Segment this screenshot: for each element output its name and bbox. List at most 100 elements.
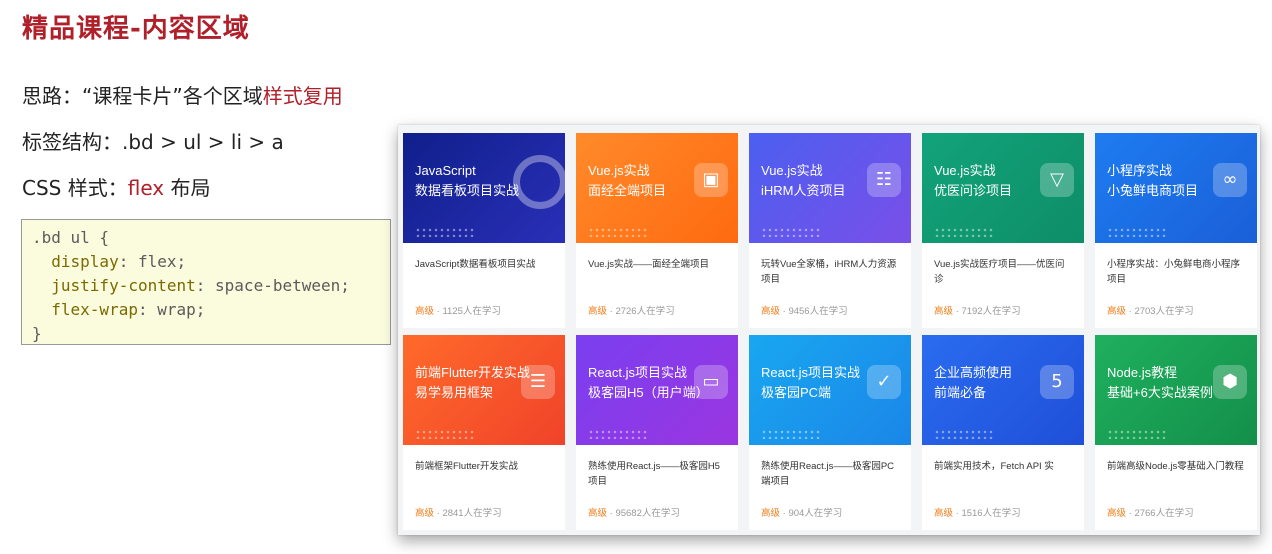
course-description: 熟练使用React.js——极客园H5项目 [588,461,720,487]
dots-decoration [761,429,821,439]
dots-decoration [934,227,994,237]
nodejs-icon: ⬢ [1213,365,1247,399]
course-cover: 小程序实战小兔鲜电商项目 ∞ [1095,133,1257,243]
course-meta: 高级 · 1125人在学习 [415,303,501,317]
course-meta: 高级 · 2726人在学习 [588,303,675,317]
course-info: JavaScript数据看板项目实战 高级 · 1125人在学习 [403,243,565,328]
course-learner-count: · 904人在学习 [780,508,843,519]
course-cover: JavaScript 数据看板项目实战 [403,133,565,243]
course-cover-title: 前端Flutter开发实战 易学易用框架 [415,363,530,403]
course-meta: 高级 · 904人在学习 [761,505,842,519]
course-info: 熟练使用React.js——极客园PC端项目高级 · 904人在学习 [749,445,911,530]
course-card[interactable]: 小程序实战小兔鲜电商项目 ∞ 小程序实战：小兔鲜电商小程序项目高级 · 2703人在… [1095,133,1257,328]
course-description: 玩转Vue全家桶，iHRM人力资源项目 [761,259,897,285]
course-cover-title: Vue.js实战 优医问诊项目 [934,161,1012,201]
course-card[interactable]: React.js项目实战 极客园H5（用户端） ▭ 熟练使用React.js——极客园… [576,335,738,530]
course-cover: React.js项目实战 极客园PC端 ✓ [749,335,911,445]
css-style-label: CSS 样式： [22,176,128,200]
course-info: Vue.js实战——面经全端项目 高级 · 2726人在学习 [576,243,738,328]
dots-decoration [588,429,648,439]
flutter-icon: ☰ [521,365,555,399]
course-description: 前端高级Node.js零基础入门教程 [1107,461,1244,472]
course-card[interactable]: 企业高频使用 前端必备 5 前端实用技术，Fetch API 实高级 · 1516人在… [922,335,1084,530]
course-card[interactable]: Vue.js实战面经全端项目 ▣ Vue.js实战——面经全端项目 高级 · 2726… [576,133,738,328]
course-card[interactable]: JavaScript 数据看板项目实战 JavaScript数据看板项目实战 高级 ·… [403,133,565,328]
course-card[interactable]: Node.js教程基础+6大实战案例 ⬢ 前端高级Node.js零基础入门教程 高级 … [1095,335,1257,530]
course-meta: 高级 · 1516人在学习 [934,505,1021,519]
course-meta: 高级 · 2766人在学习 [1107,505,1194,519]
course-card[interactable]: Vue.js实战 优医问诊项目 ▽ Vue.js实战医疗项目——优医问诊 高级 · 71… [922,133,1084,328]
course-cover-title-line2: 极客园H5（用户端） [588,385,709,400]
course-cover-title-line2: 小兔鲜电商项目 [1107,183,1199,198]
course-cover-title-line1: 企业高频使用 [934,365,1013,380]
course-cover: Vue.js实战 优医问诊项目 ▽ [922,133,1084,243]
course-cover-title: 小程序实战小兔鲜电商项目 [1107,161,1198,201]
course-cover-title-line1: Node.js教程 [1107,365,1178,380]
course-learner-count: · 2841人在学习 [434,508,502,519]
dots-decoration [415,429,475,439]
course-learner-count: · 2726人在学习 [607,306,675,317]
course-info: 前端框架Flutter开发实战 高级 · 2841人在学习 [403,445,565,530]
structure-line: 标签结构：.bd > ul > li > a [22,130,284,154]
course-description: 熟练使用React.js——极客园PC端项目 [761,461,895,487]
course-learner-count: · 2703人在学习 [1126,306,1194,317]
course-cover-title-line2: iHRM人资项目 [761,183,846,198]
course-description: 前端实用技术，Fetch API 实 [934,461,1054,472]
course-level: 高级 [1107,508,1127,519]
course-learner-count: · 2766人在学习 [1126,508,1194,519]
course-card[interactable]: 前端Flutter开发实战 易学易用框架 ☰ 前端框架Flutter开发实战 高级 · … [403,335,565,530]
course-cover: 前端Flutter开发实战 易学易用框架 ☰ [403,335,565,445]
course-level: 高级 [934,306,954,317]
briefcase-icon: ▣ [694,163,728,197]
course-learner-count: · 1516人在学习 [953,508,1021,519]
course-level: 高级 [761,508,781,519]
course-learner-count: · 9456人在学习 [780,306,848,317]
course-cover-title: Vue.js实战 iHRM人资项目 [761,161,846,201]
code-val-wrap: : wrap; [137,300,206,319]
course-cover: 企业高频使用 前端必备 5 [922,335,1084,445]
course-cover-title-line1: Vue.js实战 [588,163,650,178]
vue-logo-icon: ▽ [1040,163,1074,197]
miniprogram-icon: ∞ [1213,163,1247,197]
course-cover-title-line2: 基础+6大实战案例 [1107,385,1213,400]
course-description: 前端框架Flutter开发实战 [415,461,518,472]
idea-text: 思路：“课程卡片”各个区域 [22,84,263,108]
course-learner-count: · 1125人在学习 [434,306,501,317]
code-prop-justify: justify-content [32,276,196,295]
course-cover-title-line2: 数据看板项目实战 [415,183,520,198]
idea-highlight: 样式复用 [262,84,343,108]
course-cover-title-line2: 极客园PC端 [761,385,832,400]
course-meta: 高级 · 2703人在学习 [1107,303,1194,317]
dots-decoration [761,227,821,237]
course-info: 熟练使用React.js——极客园H5项目 高级 · 95682人在学习 [576,445,738,530]
code-block: .bd ul { display: flex; justify-content:… [21,219,391,345]
course-level: 高级 [1107,306,1127,317]
course-info: Vue.js实战医疗项目——优医问诊 高级 · 7192人在学习 [922,243,1084,328]
css-style-highlight: flex [127,176,165,200]
course-level: 高级 [934,508,954,519]
dots-decoration [934,429,994,439]
code-line-5: } [32,324,42,343]
course-cover-title-line1: JavaScript [415,163,476,178]
course-card[interactable]: React.js项目实战 极客园PC端 ✓ 熟练使用React.js——极客园PC端项… [749,335,911,530]
ring-icon [513,155,565,209]
course-info: 小程序实战：小兔鲜电商小程序项目高级 · 2703人在学习 [1095,243,1257,328]
course-description: Vue.js实战——面经全端项目 [588,259,710,270]
grid-icon: ☷ [867,163,901,197]
course-learner-count: · 95682人在学习 [607,508,680,519]
course-info: 前端高级Node.js零基础入门教程 高级 · 2766人在学习 [1095,445,1257,530]
dots-decoration [1107,429,1167,439]
code-prop-display: display [32,252,119,271]
dots-decoration [1107,227,1167,237]
code-line-1: .bd ul { [32,228,110,247]
course-cover-title-line2: 优医问诊项目 [934,183,1013,198]
course-cover-title-line2: 面经全端项目 [588,183,667,198]
course-description: 小程序实战：小兔鲜电商小程序项目 [1107,259,1241,285]
course-cover-title-line1: React.js项目实战 [588,365,687,380]
code-prop-wrap: flex-wrap [32,300,138,319]
course-cover: React.js项目实战 极客园H5（用户端） ▭ [576,335,738,445]
course-cover-title-line1: React.js项目实战 [761,365,860,380]
course-level: 高级 [415,508,435,519]
course-card[interactable]: Vue.js实战 iHRM人资项目 ☷ 玩转Vue全家桶，iHRM人力资源项目 高级 ·… [749,133,911,328]
course-cover-title-line1: 小程序实战 [1107,163,1173,178]
